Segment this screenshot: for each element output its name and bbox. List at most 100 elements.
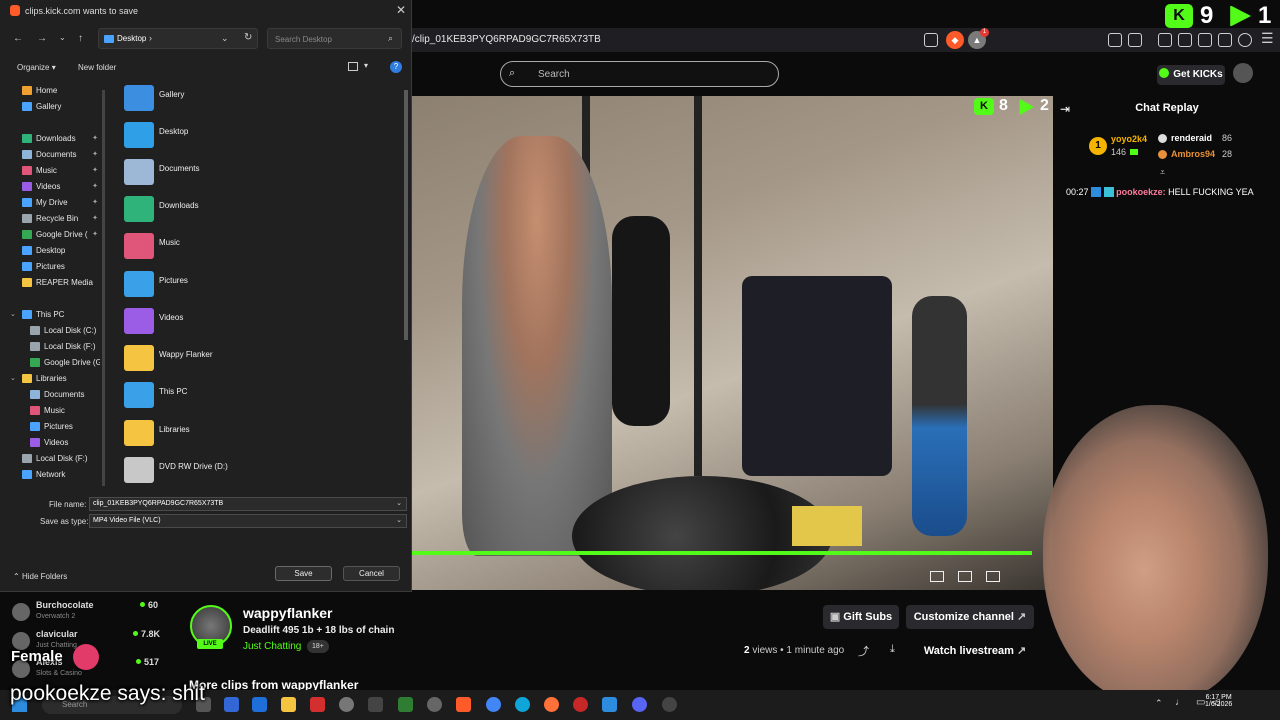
folder-item[interactable]: Libraries xyxy=(120,417,400,451)
microphone-icon[interactable]: ♩ xyxy=(1175,697,1185,708)
search-input[interactable]: ⌕ Search xyxy=(500,61,779,87)
nav-item[interactable]: Music xyxy=(0,403,100,419)
save-button[interactable]: Save xyxy=(275,566,332,581)
channel-name[interactable]: wappyflanker xyxy=(243,605,332,621)
nav-item[interactable]: ⌄ This PC xyxy=(0,307,100,323)
video-progress-bar[interactable] xyxy=(412,551,1032,555)
chevron-down-icon[interactable]: ⌄ xyxy=(221,33,229,44)
leaderboard-user-2[interactable]: renderaid xyxy=(1171,133,1212,143)
nav-item[interactable]: Pictures xyxy=(0,419,100,435)
nav-item[interactable]: Downloads ✦ xyxy=(0,131,100,147)
leaderboard-user-3[interactable]: Ambros94 xyxy=(1171,149,1215,159)
nav-item[interactable]: Recycle Bin ✦ xyxy=(0,211,100,227)
chevron-down-icon[interactable]: ⌄ xyxy=(396,516,402,524)
nav-item[interactable]: Home xyxy=(0,83,100,99)
folder-item[interactable]: Documents xyxy=(120,156,400,190)
help-icon[interactable]: ? xyxy=(390,61,402,73)
nav-item[interactable]: My Drive ✦ xyxy=(0,195,100,211)
watch-livestream-button[interactable]: Watch livestream ↗ xyxy=(915,640,1035,662)
back-icon[interactable]: ← xyxy=(13,33,23,44)
tray-chevron-icon[interactable]: ⌃ xyxy=(1155,698,1163,709)
nav-scrollbar[interactable] xyxy=(102,90,105,486)
address-bar-url[interactable]: /clip_01KEB3PYQ6RPAD9GC7R65X73TB xyxy=(412,34,601,45)
folder-item[interactable]: Wappy Flanker xyxy=(120,342,400,376)
refresh-icon[interactable]: ↻ xyxy=(244,32,252,43)
video-player[interactable] xyxy=(412,96,1053,590)
avatar[interactable] xyxy=(12,603,30,621)
forward-icon[interactable]: → xyxy=(37,33,47,44)
share-icon[interactable] xyxy=(924,33,938,47)
share-icon[interactable]: ⤴ xyxy=(858,643,869,659)
firefox-icon[interactable] xyxy=(544,697,559,712)
nav-item[interactable]: Videos ✦ xyxy=(0,179,100,195)
close-icon[interactable]: ✕ xyxy=(396,3,406,17)
edge-icon[interactable] xyxy=(515,697,530,712)
shield-icon[interactable] xyxy=(1238,33,1252,47)
menu-icon[interactable]: ☰ xyxy=(1261,30,1274,47)
nav-item[interactable]: Gallery xyxy=(0,99,100,115)
app-icon[interactable] xyxy=(427,697,442,712)
folder-item[interactable]: Pictures xyxy=(120,268,400,302)
chrome-icon[interactable] xyxy=(486,697,501,712)
nav-item[interactable]: Local Disk (F:) xyxy=(0,339,100,355)
nav-item[interactable]: Network xyxy=(0,467,100,483)
nav-item[interactable]: Pictures xyxy=(0,259,100,275)
hide-folders-toggle[interactable]: ⌃ Hide Folders xyxy=(13,572,67,581)
chevron-down-icon[interactable]: ⌄ xyxy=(396,499,402,507)
nav-item[interactable]: Local Disk (C:) xyxy=(0,323,100,339)
user-avatar[interactable] xyxy=(1233,63,1253,83)
folder-item[interactable]: Videos xyxy=(120,305,400,339)
folder-item[interactable]: Music xyxy=(120,230,400,264)
nav-item[interactable]: REAPER Media xyxy=(0,275,100,291)
folder-item[interactable]: Desktop xyxy=(120,119,400,153)
brave-rewards-icon[interactable]: ▲ 1 xyxy=(968,28,989,49)
leaderboard-user-1[interactable]: yoyo2k4 xyxy=(1111,134,1147,144)
gift-subs-button[interactable]: ▣ Gift Subs xyxy=(823,605,899,629)
discord-icon[interactable] xyxy=(632,697,647,712)
nav-item[interactable]: ⌄ Libraries xyxy=(0,371,100,387)
new-folder-button[interactable]: New folder xyxy=(78,63,116,72)
fullscreen-icon[interactable] xyxy=(986,571,1000,582)
sidebar-channel-name[interactable]: Burchocolate xyxy=(36,600,94,610)
file-list-scrollbar[interactable] xyxy=(404,90,408,340)
app-icon[interactable] xyxy=(398,697,413,712)
file-name-field[interactable]: clip_01KEB3PYQ6RPAD9GC7R65X73TB ⌄ xyxy=(89,497,407,511)
folder-item[interactable]: Gallery xyxy=(120,82,400,116)
category-link[interactable]: Just Chatting xyxy=(243,641,301,652)
nav-item[interactable]: Local Disk (F:) xyxy=(0,451,100,467)
organize-button[interactable]: Organize ▾ xyxy=(17,63,56,72)
expand-icon[interactable]: ⌄ xyxy=(10,310,16,318)
view-icon[interactable] xyxy=(348,62,358,71)
nav-item[interactable]: Videos xyxy=(0,435,100,451)
cancel-button[interactable]: Cancel xyxy=(343,566,400,581)
chat-username[interactable]: pookoekze: xyxy=(1116,187,1166,197)
folder-item[interactable]: DVD RW Drive (D:) xyxy=(120,454,400,488)
app-icon[interactable] xyxy=(310,697,325,712)
app-icon[interactable] xyxy=(662,697,677,712)
reader-icon[interactable] xyxy=(1128,33,1142,47)
nav-item[interactable]: Google Drive (G xyxy=(0,355,100,371)
search-input[interactable]: Search Desktop ⌕ xyxy=(267,28,402,49)
nav-item[interactable]: Documents ✦ xyxy=(0,147,100,163)
nav-item[interactable]: Google Drive (✦ xyxy=(0,227,100,243)
recent-dropdown-icon[interactable]: ⌄ xyxy=(59,33,66,42)
nav-item[interactable]: Documents xyxy=(0,387,100,403)
app-icon[interactable] xyxy=(573,697,588,712)
app-icon[interactable] xyxy=(252,697,267,712)
media-icon[interactable] xyxy=(1158,33,1172,47)
clock[interactable]: 6:17 PM 1/6/2026 xyxy=(1205,694,1232,708)
customize-channel-button[interactable]: Customize channel ↗ xyxy=(906,605,1034,629)
save-as-type-select[interactable]: MP4 Video File (VLC) ⌄ xyxy=(89,514,407,528)
get-kicks-button[interactable]: Get KICKs xyxy=(1157,65,1225,85)
pip-icon[interactable] xyxy=(930,571,944,582)
sidebar-channel-name[interactable]: clavicular xyxy=(36,629,78,639)
chevron-down-icon[interactable]: ▾ xyxy=(364,61,368,70)
expand-icon[interactable]: ⌄ xyxy=(10,374,16,382)
vscode-icon[interactable] xyxy=(602,697,617,712)
app-icon[interactable] xyxy=(368,697,383,712)
theater-icon[interactable] xyxy=(958,571,972,582)
nav-item[interactable]: Desktop xyxy=(0,243,100,259)
folder-item[interactable]: Downloads xyxy=(120,193,400,227)
expand-icon[interactable]: ⩡ xyxy=(1160,167,1165,178)
nav-item[interactable]: Music ✦ xyxy=(0,163,100,179)
